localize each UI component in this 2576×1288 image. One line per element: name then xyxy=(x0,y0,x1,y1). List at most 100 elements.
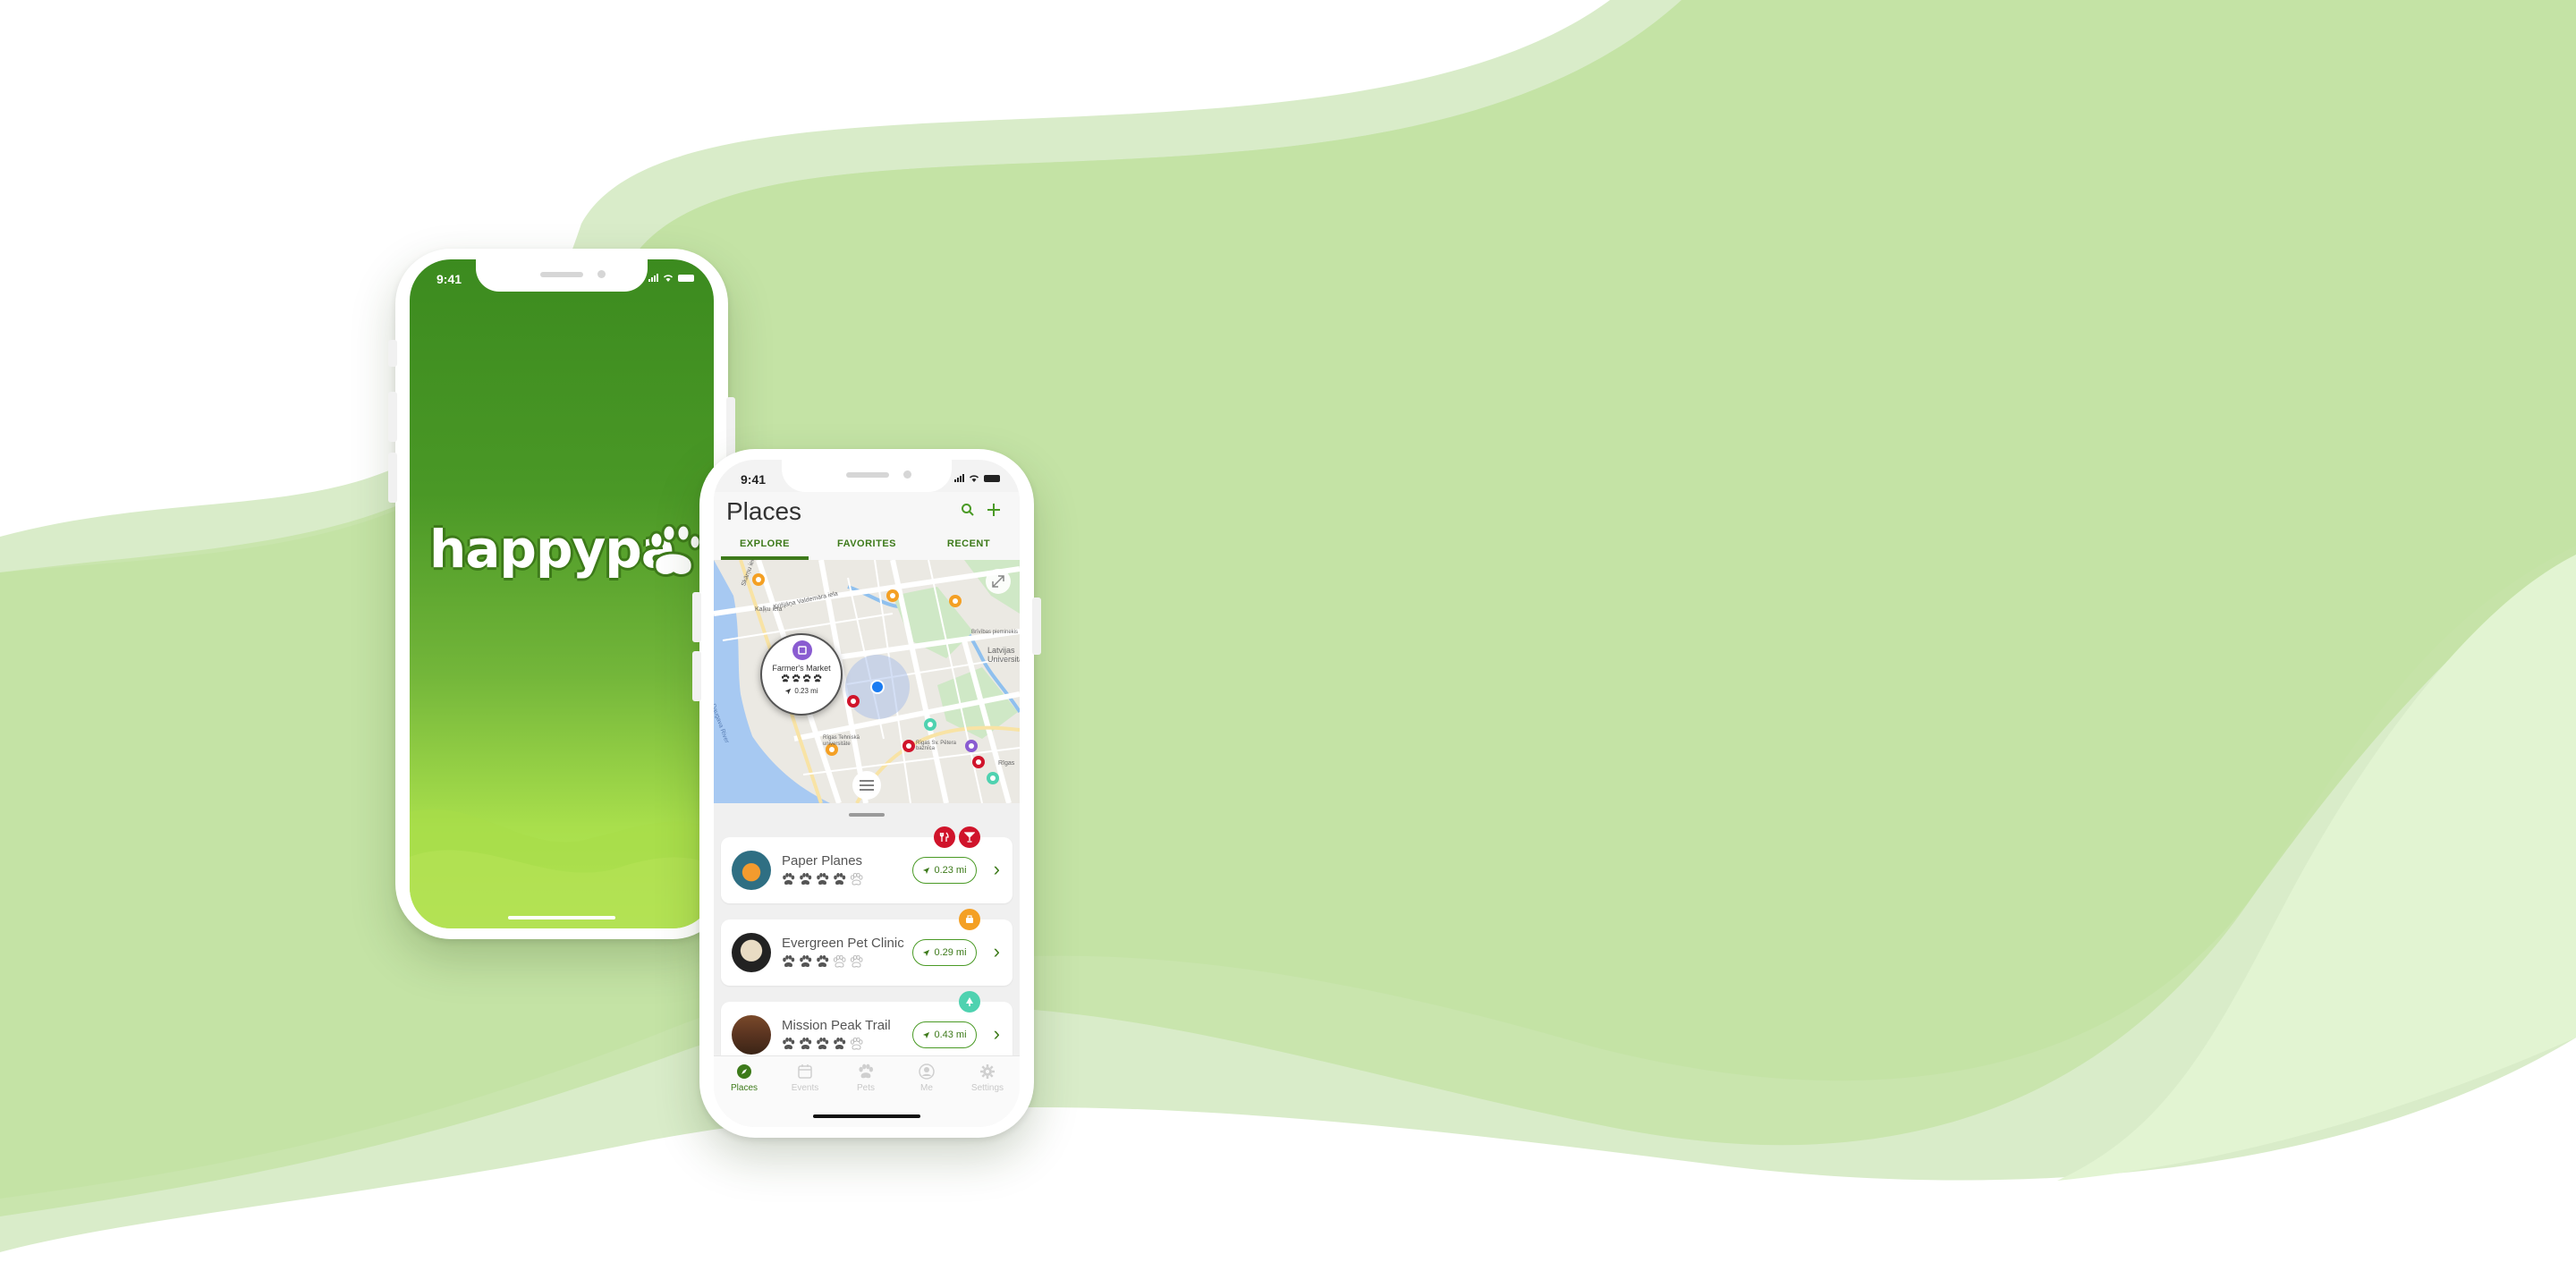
popup-distance-value: 0.23 mi xyxy=(794,687,818,695)
mute-switch xyxy=(388,340,397,367)
paw-icon xyxy=(781,674,790,682)
status-icons xyxy=(954,474,1000,482)
speaker xyxy=(846,472,889,478)
compass-icon xyxy=(737,1064,751,1079)
tabbar-item-events[interactable]: Events xyxy=(775,1063,835,1093)
tabbar-item-me[interactable]: Me xyxy=(896,1063,957,1093)
bar-icon xyxy=(959,826,980,848)
navigation-arrow-icon xyxy=(923,1031,930,1038)
volume-down-button xyxy=(692,651,701,701)
distance-button[interactable]: 0.29 mi xyxy=(912,939,977,966)
map-pin-red[interactable] xyxy=(847,695,860,708)
tabbar-item-pets[interactable]: Pets xyxy=(835,1063,896,1093)
map-popup[interactable]: Farmer's Market 0.23 mi xyxy=(760,633,843,716)
splash-screen: 9:41 happypa xyxy=(410,259,714,928)
status-time: 9:41 xyxy=(741,472,767,487)
wifi-icon xyxy=(664,275,673,282)
map-pin-red[interactable] xyxy=(972,756,985,768)
notch xyxy=(476,259,648,292)
place-card[interactable]: Mission Peak Trail 0.43 mi › xyxy=(721,991,1013,1055)
expand-map-button[interactable] xyxy=(986,569,1011,594)
search-icon[interactable] xyxy=(961,503,975,517)
volume-down-button xyxy=(388,453,397,503)
trail-icon xyxy=(959,991,980,1013)
paw-icon xyxy=(792,674,801,682)
poi-label: Brīvības pieminekis xyxy=(971,630,1019,635)
place-rating xyxy=(782,955,863,968)
map-pin-red[interactable] xyxy=(902,740,915,752)
place-name: Evergreen Pet Clinic xyxy=(782,936,904,951)
market-icon xyxy=(792,640,812,660)
battery-icon xyxy=(984,474,1000,482)
place-rating xyxy=(782,873,863,886)
poi-label: Rīgas Sv. Pētera baznīca xyxy=(916,741,956,751)
place-rating xyxy=(782,1038,863,1050)
map-view[interactable]: Skārņu iela Kaļķu iela Krišjāņa Valdemār… xyxy=(714,560,1020,803)
tab-favorites[interactable]: FAVORITES xyxy=(816,528,918,560)
poi-label: Rīgas Tehniskā universitāte xyxy=(823,735,860,747)
tabbar-item-settings[interactable]: Settings xyxy=(957,1063,1018,1093)
background-waves xyxy=(0,0,2576,1252)
map-pin-teal[interactable] xyxy=(924,718,936,731)
map-pin-teal[interactable] xyxy=(987,772,999,784)
tabbar-label: Pets xyxy=(856,1083,875,1093)
map-canvas xyxy=(714,560,1020,803)
paw-icon xyxy=(800,873,812,886)
place-card[interactable]: Evergreen Pet Clinic 0.29 mi › xyxy=(721,909,1013,986)
home-indicator xyxy=(508,916,615,919)
signal-icon xyxy=(648,274,658,282)
places-list-sheet[interactable]: Paper Planes 0.23 mi › Evergreen Pet Cli… xyxy=(714,803,1020,1055)
volume-up-button xyxy=(692,592,701,642)
signal-icon xyxy=(954,474,964,482)
header: Places xyxy=(714,492,1020,528)
distance-button[interactable]: 0.43 mi xyxy=(912,1021,977,1048)
distance-button[interactable]: 0.23 mi xyxy=(912,857,977,884)
chevron-right-icon[interactable]: › xyxy=(994,860,1000,879)
home-indicator xyxy=(813,1114,920,1118)
place-avatar xyxy=(732,851,771,890)
calendar-icon xyxy=(798,1064,812,1079)
map-pin-orange[interactable] xyxy=(886,589,899,602)
filter-button[interactable] xyxy=(852,771,881,800)
chevron-right-icon[interactable]: › xyxy=(994,1024,1000,1044)
paw-icon xyxy=(783,955,795,968)
paw-icon xyxy=(817,1038,829,1050)
power-button xyxy=(1032,597,1041,655)
paw-icon xyxy=(817,955,829,968)
paw-icon xyxy=(800,1038,812,1050)
place-avatar xyxy=(732,1015,771,1055)
category-badges xyxy=(959,909,980,930)
tab-explore[interactable]: EXPLORE xyxy=(714,528,816,560)
places-screen: Places EXPLORE FAVORITES RECENT Skārņu i… xyxy=(714,460,1020,1127)
status-time: 9:41 xyxy=(436,272,462,286)
volume-up-button xyxy=(388,392,397,442)
paw-icon xyxy=(783,1038,795,1050)
poi-label: Rīgas xyxy=(998,760,1015,767)
map-pin-orange[interactable] xyxy=(949,595,962,607)
popup-title: Farmer's Market xyxy=(772,664,831,673)
front-camera xyxy=(903,470,911,479)
popup-rating xyxy=(762,674,841,682)
tabbar-item-places[interactable]: Places xyxy=(714,1063,775,1093)
segmented-tabs: EXPLORE FAVORITES RECENT xyxy=(714,528,1020,560)
paw-icon xyxy=(800,955,812,968)
paw-outline-icon xyxy=(833,955,846,968)
navigation-arrow-icon xyxy=(923,949,930,956)
place-card[interactable]: Paper Planes 0.23 mi › xyxy=(721,826,1013,903)
place-avatar xyxy=(732,933,771,972)
paw-icon xyxy=(802,674,811,682)
plus-icon[interactable] xyxy=(986,502,1002,518)
tab-recent[interactable]: RECENT xyxy=(918,528,1020,560)
map-pin-orange[interactable] xyxy=(752,573,765,586)
paw-icon xyxy=(834,873,846,886)
popup-distance: 0.23 mi xyxy=(762,687,841,695)
splash-hills xyxy=(410,809,714,928)
places-phone: Places EXPLORE FAVORITES RECENT Skārņu i… xyxy=(692,449,1041,1138)
category-badges xyxy=(959,991,980,1013)
speaker xyxy=(540,272,583,277)
chevron-right-icon[interactable]: › xyxy=(994,942,1000,962)
tabbar-label: Settings xyxy=(970,1083,1004,1093)
place-name: Mission Peak Trail xyxy=(782,1018,891,1033)
tabbar-label: Events xyxy=(791,1083,819,1093)
sheet-grabber[interactable] xyxy=(849,813,885,817)
